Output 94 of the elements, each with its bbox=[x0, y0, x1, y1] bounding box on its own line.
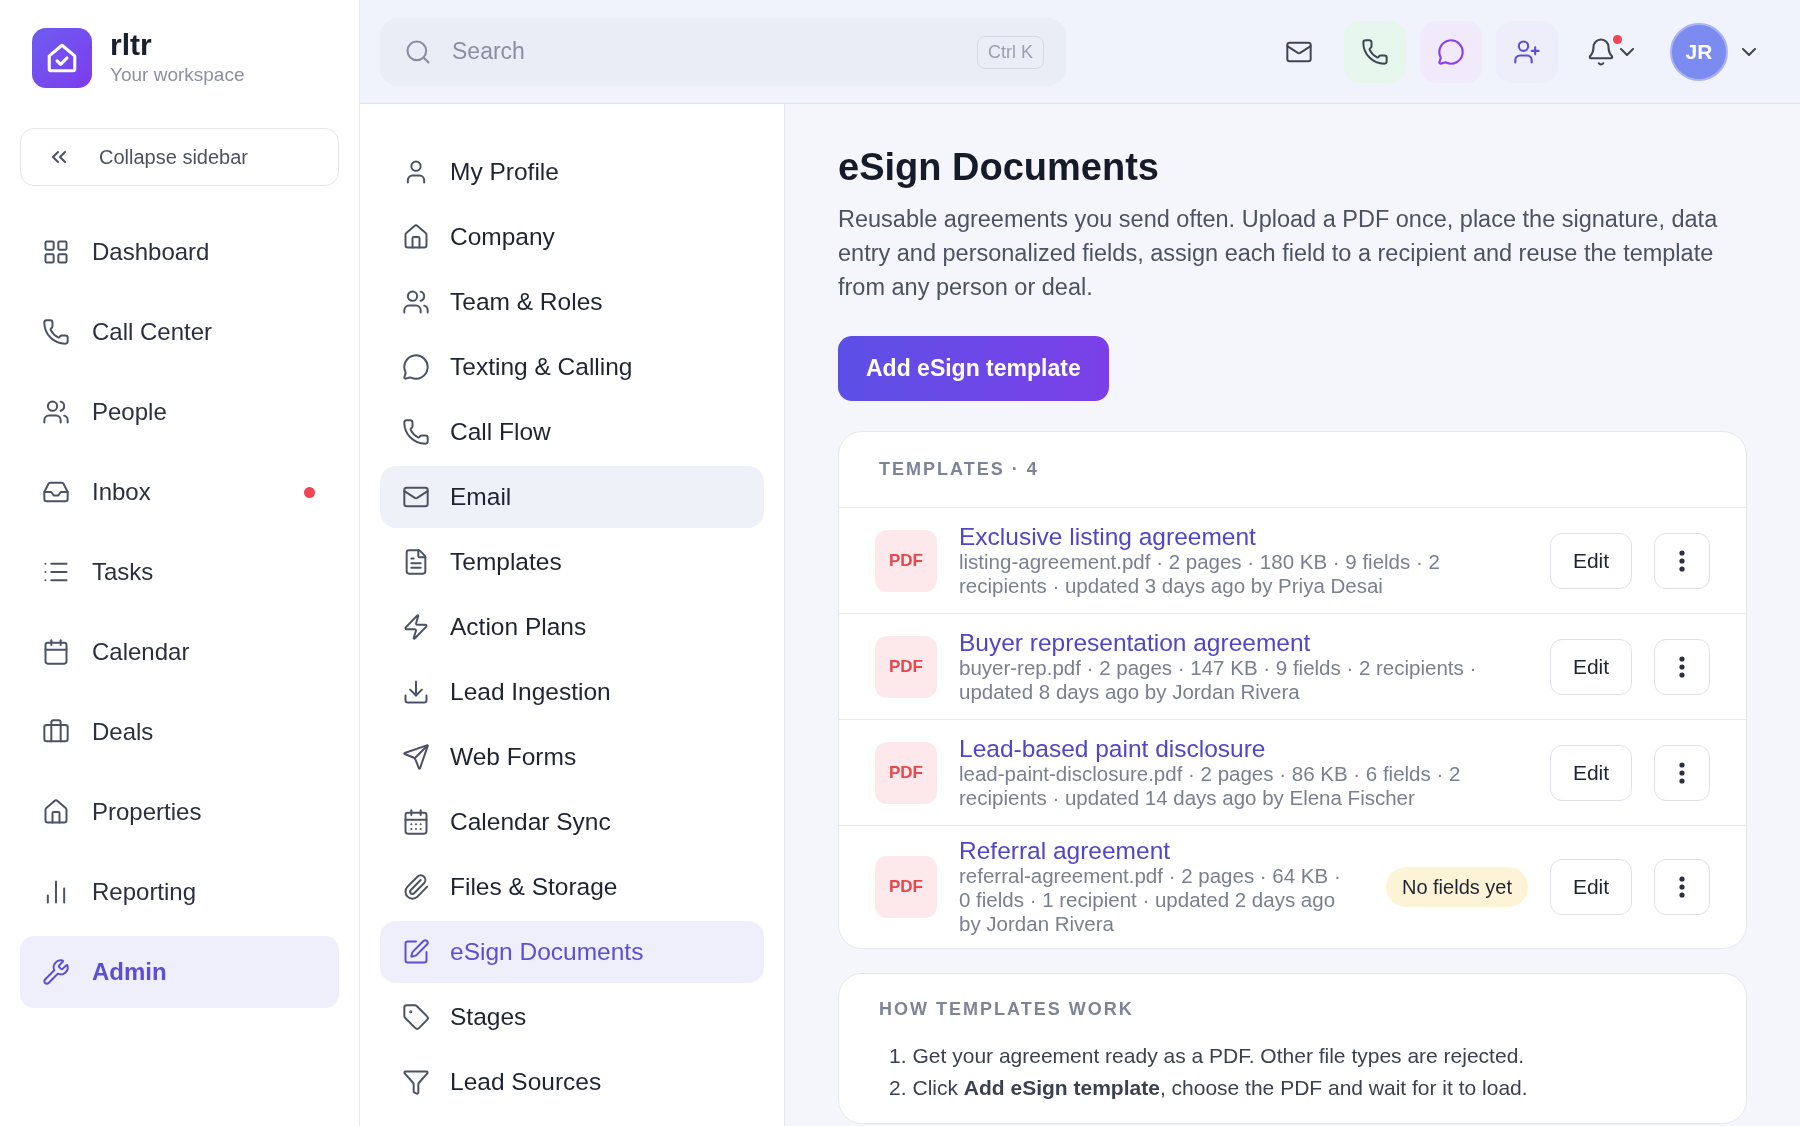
settings-nav-item[interactable]: Call Flow bbox=[380, 401, 764, 463]
settings-nav-item[interactable]: Lead Ingestion bbox=[380, 661, 764, 723]
more-options-button[interactable] bbox=[1654, 638, 1710, 695]
brand-name: rltr bbox=[110, 28, 153, 62]
settings-nav-item[interactable]: Lead Sources bbox=[380, 1051, 764, 1113]
sidebar-item[interactable]: Dashboard bbox=[20, 216, 339, 288]
sidebar-item[interactable]: Call Center bbox=[20, 296, 339, 368]
pdf-file-tile: PDF bbox=[875, 856, 937, 918]
shortcut-key: Ctrl K bbox=[977, 35, 1044, 69]
settings-nav-item[interactable]: Calendar Sync bbox=[380, 791, 764, 853]
template-title-link[interactable]: Referral agreement bbox=[959, 838, 1364, 864]
more-icon bbox=[1679, 549, 1685, 572]
edit-button[interactable]: Edit bbox=[1550, 859, 1632, 915]
settings-nav-item[interactable]: Templates bbox=[380, 531, 764, 593]
sidebar-item[interactable]: People bbox=[20, 376, 339, 448]
settings-nav-item[interactable]: Company bbox=[380, 206, 764, 268]
more-options-button[interactable] bbox=[1654, 744, 1710, 801]
template-title-link[interactable]: Exclusive listing agreement bbox=[959, 523, 1528, 550]
sidebar-item[interactable]: Properties bbox=[20, 776, 339, 848]
people-icon bbox=[42, 398, 70, 426]
add-person-button[interactable] bbox=[1496, 20, 1558, 83]
download-icon bbox=[402, 678, 430, 706]
lightning-icon bbox=[402, 613, 430, 641]
calendar-icon bbox=[42, 638, 70, 666]
edit-button[interactable]: Edit bbox=[1550, 744, 1632, 801]
more-icon bbox=[1679, 655, 1685, 678]
bell-icon bbox=[1586, 36, 1616, 67]
paperclip-icon bbox=[402, 873, 430, 901]
collapse-sidebar-button[interactable]: Collapse sidebar bbox=[20, 128, 339, 186]
avatar: JR bbox=[1670, 22, 1728, 81]
section-heading: HOW TEMPLATES WORK bbox=[879, 998, 1135, 1021]
settings-nav-item[interactable]: Action Plans bbox=[380, 596, 764, 658]
template-meta: referral-agreement.pdf · 2 pages · 64 KB · 0 fields · 1 recipient · updated 2 days ago by Jordan Rivera bbox=[959, 864, 1342, 936]
filter-icon bbox=[402, 1068, 430, 1096]
pdf-file-tile: PDF bbox=[875, 635, 937, 698]
pen-square-icon bbox=[402, 938, 430, 966]
phone-icon bbox=[402, 418, 430, 446]
house-icon bbox=[42, 798, 70, 826]
phone-icon bbox=[1361, 37, 1389, 66]
grid-icon bbox=[42, 238, 70, 266]
more-options-button[interactable] bbox=[1654, 532, 1710, 589]
workspace-label: Your workspace bbox=[110, 63, 245, 87]
templates-heading: TEMPLATES · 4 bbox=[839, 432, 1746, 508]
pdf-file-tile: PDF bbox=[875, 529, 937, 592]
settings-nav-item[interactable]: My Profile bbox=[380, 141, 764, 203]
chevron-down-icon bbox=[1742, 47, 1756, 56]
calendar-icon bbox=[402, 808, 430, 836]
phone-icon bbox=[42, 318, 70, 346]
chat-bubble-icon bbox=[402, 353, 430, 381]
chat-button[interactable] bbox=[1420, 20, 1482, 83]
wrench-icon bbox=[42, 958, 70, 986]
step-text: Get your agreement ready as a PDF. Other file types are rejected. bbox=[912, 1043, 1525, 1069]
sidebar-item[interactable]: Deals bbox=[20, 696, 339, 768]
more-icon bbox=[1679, 761, 1685, 784]
search-icon bbox=[404, 37, 432, 66]
people-icon bbox=[402, 288, 430, 316]
sidebar-item[interactable]: Inbox bbox=[20, 456, 339, 528]
sidebar-item[interactable]: Reporting bbox=[20, 856, 339, 928]
notifications-button[interactable] bbox=[1586, 36, 1634, 67]
more-icon bbox=[1679, 876, 1685, 898]
more-options-button[interactable] bbox=[1654, 859, 1710, 915]
tag-icon bbox=[402, 1003, 430, 1031]
edit-button[interactable]: Edit bbox=[1550, 638, 1632, 695]
chevron-down-icon bbox=[1620, 47, 1634, 56]
template-meta: lead-paint-disclosure.pdf · 2 pages · 86 KB · 6 fields · 2 recipients · updated 14 days ago by Elena Fischer bbox=[959, 761, 1462, 810]
settings-nav-item[interactable]: eSign Documents bbox=[380, 921, 764, 983]
send-icon bbox=[402, 743, 430, 771]
status-badge: No fields yet bbox=[1385, 867, 1528, 907]
settings-nav-item[interactable]: Files & Storage bbox=[380, 856, 764, 918]
step-number: 2. bbox=[889, 1075, 907, 1101]
sidebar-item[interactable]: Tasks bbox=[20, 536, 339, 608]
page-title: eSign Documents bbox=[838, 145, 1160, 190]
settings-nav-item[interactable]: Texting & Calling bbox=[380, 336, 764, 398]
sidebar-item[interactable]: Calendar bbox=[20, 616, 339, 688]
page-description: Reusable agreements you send often. Upload a PDF once, place the signature, data entry and personalized fields, assign each field to a recipient and reuse the template from any person or deal. bbox=[838, 205, 1719, 302]
user-plus-icon bbox=[1513, 37, 1541, 66]
template-title-link[interactable]: Buyer representation agreement bbox=[959, 629, 1528, 656]
step-number: 1. bbox=[889, 1043, 907, 1069]
add-esign-template-button[interactable]: Add eSign template bbox=[838, 336, 1109, 401]
template-meta: buyer-rep.pdf · 2 pages · 147 KB · 9 fields · 2 recipients · updated 8 days ago by Jordan Rivera bbox=[959, 655, 1478, 704]
settings-nav-item[interactable]: Email bbox=[380, 466, 764, 528]
logo-icon bbox=[32, 28, 92, 88]
settings-nav-item[interactable]: Team & Roles bbox=[380, 271, 764, 333]
template-title-link[interactable]: Lead-based paint disclosure bbox=[959, 735, 1528, 762]
settings-nav-item[interactable]: Web Forms bbox=[380, 726, 764, 788]
call-button[interactable] bbox=[1344, 20, 1406, 83]
template-meta: listing-agreement.pdf · 2 pages · 180 KB · 9 fields · 2 recipients · updated 3 days ago by Priya Desai bbox=[959, 549, 1441, 598]
house-icon bbox=[402, 223, 430, 251]
settings-nav-item[interactable]: Stages bbox=[380, 986, 764, 1048]
sidebar-item[interactable]: Admin bbox=[20, 936, 339, 1008]
pdf-file-tile: PDF bbox=[875, 741, 937, 804]
chat-bubble-icon bbox=[1437, 37, 1465, 66]
step-text: Click Add eSign template, choose the PDF and wait for it to load. bbox=[912, 1075, 1528, 1101]
edit-button[interactable]: Edit bbox=[1550, 532, 1632, 589]
